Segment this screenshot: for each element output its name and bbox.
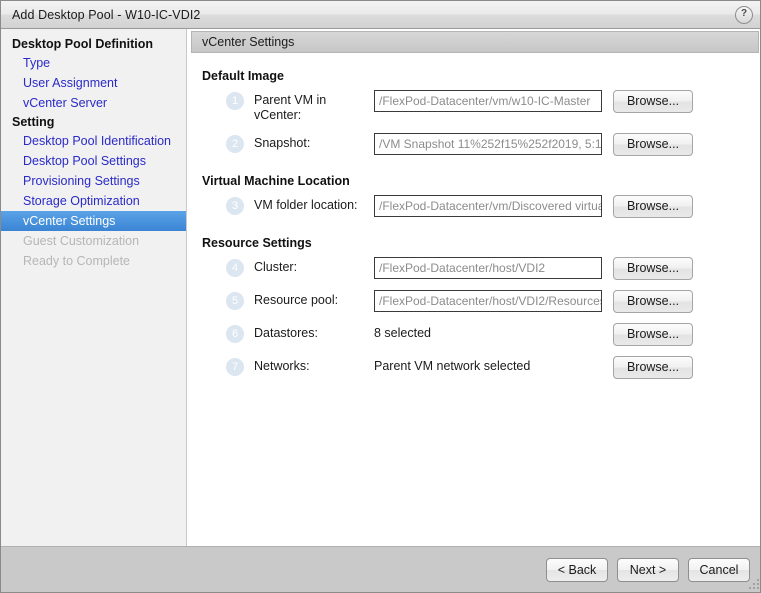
sidebar-item-desktop-pool-identification[interactable]: Desktop Pool Identification xyxy=(1,131,186,151)
sidebar-item-storage-optimization[interactable]: Storage Optimization xyxy=(1,191,186,211)
field-input[interactable]: /FlexPod-Datacenter/vm/Discovered virtua… xyxy=(374,195,602,217)
sidebar-item-guest-customization: Guest Customization xyxy=(23,234,140,248)
next-button[interactable]: Next > xyxy=(617,557,679,582)
browse-button[interactable]: Browse... xyxy=(613,356,693,379)
field-label: Parent VM in vCenter: xyxy=(254,93,327,122)
main-content-panel: vCenter Settings Default Image 1 Parent VM… xyxy=(188,29,760,546)
step-number-badge: 6 xyxy=(226,325,244,343)
field-label: Resource pool: xyxy=(254,293,339,307)
back-button[interactable]: < Back xyxy=(546,557,608,582)
help-icon[interactable]: ? xyxy=(735,5,753,24)
field-input[interactable]: /FlexPod-Datacenter/host/VDI2/Resources xyxy=(374,290,602,312)
field-label: Networks: xyxy=(254,359,310,373)
window-title: Add Desktop Pool - W10-IC-VDI2 xyxy=(12,7,201,22)
field-row: 1 Parent VM in vCenter: /FlexPod-Datacente… xyxy=(202,89,748,123)
title-bar: Add Desktop Pool - W10-IC-VDI2 ? xyxy=(1,1,760,29)
field-input[interactable]: /FlexPod-Datacenter/host/VDI2 xyxy=(374,257,602,279)
browse-button[interactable]: Browse... xyxy=(613,323,693,346)
section-heading: Default Image xyxy=(202,69,284,83)
field-row: 6 Datastores: 8 selected Browse... xyxy=(202,322,748,346)
field-row: 4 Cluster: /FlexPod-Datacenter/host/VDI2 Br… xyxy=(202,256,748,280)
browse-button[interactable]: Browse... xyxy=(613,257,693,280)
browse-button[interactable]: Browse... xyxy=(613,290,693,313)
add-desktop-pool-dialog: Add Desktop Pool - W10-IC-VDI2 ? Desktop… xyxy=(0,0,761,593)
sidebar-item-user-assignment[interactable]: User Assignment xyxy=(1,73,186,93)
field-label: Snapshot: xyxy=(254,136,311,150)
field-input[interactable]: /VM Snapshot 11%252f15%252f2019, 5:17:43… xyxy=(374,133,602,155)
browse-button[interactable]: Browse... xyxy=(613,195,693,218)
sidebar-item-type[interactable]: Type xyxy=(1,53,186,73)
field-value: Parent VM network selected xyxy=(374,359,531,373)
field-input[interactable]: /FlexPod-Datacenter/vm/w10-IC-Master xyxy=(374,90,602,112)
panel-header: vCenter Settings xyxy=(191,31,759,53)
field-label: Datastores: xyxy=(254,326,318,340)
wizard-step-sidebar: Desktop Pool Definition Type User Assignme… xyxy=(1,29,187,546)
sidebar-group-title: Desktop Pool Definition xyxy=(12,37,153,51)
step-number-badge: 5 xyxy=(226,292,244,310)
sidebar-item-desktop-pool-settings[interactable]: Desktop Pool Settings xyxy=(1,151,186,171)
field-label: VM folder location: xyxy=(254,198,358,212)
field-value: 8 selected xyxy=(374,326,431,340)
sidebar-item-vcenter-settings[interactable]: vCenter Settings xyxy=(1,211,186,231)
browse-button[interactable]: Browse... xyxy=(613,90,693,113)
sidebar-item-ready-to-complete: Ready to Complete xyxy=(23,254,131,268)
cancel-button[interactable]: Cancel xyxy=(688,557,750,582)
step-number-badge: 1 xyxy=(226,92,244,110)
field-label: Cluster: xyxy=(254,260,298,274)
step-number-badge: 2 xyxy=(226,135,244,153)
step-number-badge: 3 xyxy=(226,197,244,215)
sidebar-item-provisioning-settings[interactable]: Provisioning Settings xyxy=(1,171,186,191)
section-heading: Virtual Machine Location xyxy=(202,174,350,188)
settings-form: Default Image 1 Parent VM in vCenter: /Flex… xyxy=(188,53,760,379)
field-row: 2 Snapshot: /VM Snapshot 11%252f15%252f201… xyxy=(202,132,748,156)
resize-grip[interactable] xyxy=(747,577,759,589)
sidebar-group-title: Setting xyxy=(12,115,55,129)
field-row: 5 Resource pool: /FlexPod-Datacenter/host/… xyxy=(202,289,748,313)
dialog-footer: < Back Next > Cancel xyxy=(1,546,760,592)
field-row: 7 Networks: Parent VM network selected Brow… xyxy=(202,355,748,379)
section-heading: Resource Settings xyxy=(202,236,312,250)
step-number-badge: 7 xyxy=(226,358,244,376)
sidebar-item-vcenter-server[interactable]: vCenter Server xyxy=(1,93,186,113)
field-row: 3 VM folder location: /FlexPod-Datacenter/… xyxy=(202,194,748,218)
browse-button[interactable]: Browse... xyxy=(613,133,693,156)
step-number-badge: 4 xyxy=(226,259,244,277)
panel-header-title: vCenter Settings xyxy=(202,35,295,49)
